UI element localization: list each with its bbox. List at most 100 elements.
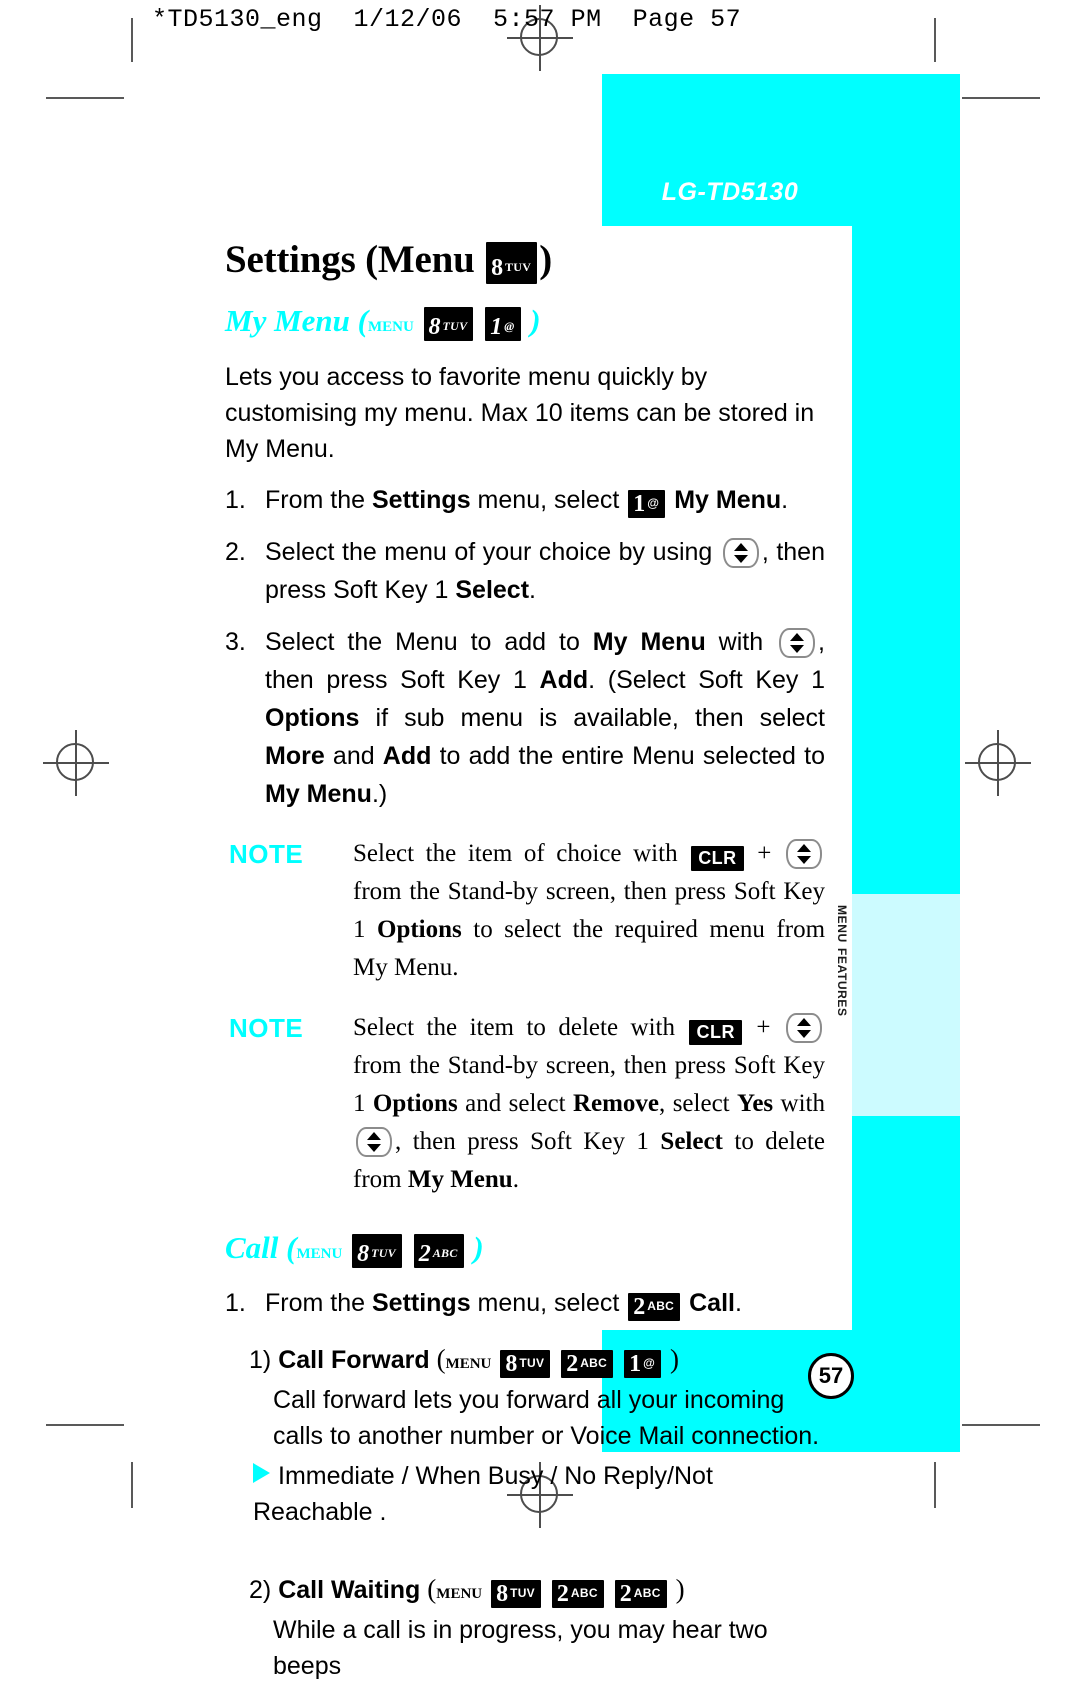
menu-word: Menu <box>445 1349 492 1373</box>
menu-word: Menu <box>436 1579 483 1603</box>
my-menu-step-2: 2. Select the menu of your choice by usin… <box>225 533 825 609</box>
step-bold-add: Add <box>539 666 589 694</box>
my-menu-step-3: 3. Select the Menu to add to My Menu with… <box>225 623 825 813</box>
registration-mark-left <box>43 730 109 796</box>
step-text: . <box>734 1289 742 1317</box>
up-down-navigation-key-icon <box>356 1127 392 1157</box>
note-text: Select the item to delete with <box>353 1014 688 1041</box>
section-heading-my-menu: My Menu (Menu 8 TUV 1 @ ) <box>225 303 541 341</box>
key-chip-1: 1 @ <box>485 307 521 341</box>
note-bold-my-menu: My Menu <box>407 1166 513 1193</box>
call-forward-description: Call forward lets you forward all your i… <box>273 1386 820 1450</box>
key-chip-2: 2 ABC <box>628 1293 681 1321</box>
right-edge-bar-lower <box>852 1116 960 1330</box>
up-down-navigation-key-icon <box>786 839 822 869</box>
key-chip-8: 8 TUV <box>491 1580 541 1608</box>
step-text: if sub menu is available, then select <box>359 704 825 732</box>
key-chip-8: 8 TUV <box>486 242 538 284</box>
item-number: 1) <box>249 1346 272 1374</box>
triangle-bullet-icon <box>253 1463 270 1483</box>
note-text: and select <box>457 1090 573 1117</box>
note-block-1: NOTE Select the item of choice with CLR +… <box>225 835 825 987</box>
note-label: NOTE <box>229 839 304 869</box>
side-tab-label: Menu Features <box>834 905 853 1017</box>
step-bold-my-menu: My Menu <box>592 628 706 656</box>
key-chip-1: 1 @ <box>624 1350 662 1378</box>
step-bold-add: Add <box>382 742 432 770</box>
crop-mark-top-left-vertical <box>131 18 133 62</box>
key-chip-2: 2 ABC <box>614 1580 667 1608</box>
note-bold-options: Options <box>372 1090 458 1117</box>
step-number: 1. <box>225 486 246 514</box>
note-bold-options: Options <box>377 916 462 943</box>
note-text: , then press Soft Key 1 <box>395 1128 661 1155</box>
note-text: , select <box>659 1090 738 1117</box>
step-text: Select the Menu to add to <box>265 628 593 656</box>
crop-mark-bottom-left-vertical <box>131 1462 133 1508</box>
step-text: to add the entire Menu selected to <box>431 742 825 770</box>
note-bold-remove: Remove <box>572 1090 660 1117</box>
page-title-text-after: ) <box>539 238 553 281</box>
note-text: + <box>743 1014 783 1041</box>
page-title-text-before: Settings (Menu <box>225 238 485 281</box>
my-menu-intro: Lets you access to favorite menu quickly… <box>225 363 815 463</box>
step-bold-call: Call <box>689 1289 735 1317</box>
up-down-navigation-key-icon <box>786 1013 822 1043</box>
note-bold-select: Select <box>660 1128 723 1155</box>
item-title: Call Waiting <box>278 1576 421 1604</box>
step-text: Select the menu of your choice by using <box>265 538 720 566</box>
step-text: menu, select <box>470 1289 627 1317</box>
crop-mark-bottom-right-vertical <box>934 1462 936 1508</box>
call-waiting-description: While a call is in progress, you may hea… <box>273 1616 768 1680</box>
note-text: with <box>773 1090 826 1117</box>
note-text: Select the item of choice with <box>353 840 690 867</box>
key-chip-clr: CLR <box>691 846 744 871</box>
key-chip-2: 2 ABC <box>561 1350 614 1378</box>
crop-mark-bottom-right-horizontal <box>962 1424 1040 1426</box>
step-bold-options: Options <box>265 704 360 732</box>
crop-mark-top-left-horizontal <box>46 97 124 99</box>
section-heading-call-name: Call <box>225 1230 279 1265</box>
step-text: with <box>705 628 777 656</box>
item-title: Call Forward <box>278 1346 430 1374</box>
key-chip-8: 8 TUV <box>352 1234 402 1268</box>
product-model-label: LG-TD5130 <box>661 178 799 206</box>
up-down-navigation-key-icon <box>722 538 759 568</box>
step-text: From the <box>265 1289 372 1317</box>
step-number: 2. <box>225 538 246 566</box>
call-forward-heading: 1) Call Forward (Menu 8 TUV 2 ABC 1 @ ) <box>249 1344 680 1378</box>
registration-mark-right <box>965 730 1031 796</box>
step-text: .) <box>371 780 388 808</box>
step-bold-my-menu: My Menu <box>674 486 782 514</box>
call-forward-bullet: Immediate / When Busy / No Reply/Not Rea… <box>253 1458 825 1530</box>
section-heading-my-menu-name: My Menu <box>225 303 350 338</box>
menu-features-side-tab <box>852 894 960 1116</box>
key-chip-8: 8 TUV <box>500 1350 551 1378</box>
key-chip-2: 2 ABC <box>551 1580 604 1608</box>
note-label: NOTE <box>229 1013 304 1043</box>
step-text: and <box>324 742 383 770</box>
step-number: 1. <box>225 1289 246 1317</box>
step-text: . <box>781 486 789 514</box>
crop-mark-top-right-vertical <box>934 18 936 62</box>
key-chip-2: 2 ABC <box>413 1234 464 1268</box>
content-column: Settings (Menu 8 TUV) My Menu (Menu 8 TUV … <box>225 236 825 1684</box>
step-number: 3. <box>225 628 246 656</box>
step-text: . (Select Soft Key 1 <box>588 666 825 694</box>
step-bold-settings: Settings <box>371 486 471 514</box>
note-bold-yes: Yes <box>737 1090 774 1117</box>
step-bold-select: Select <box>455 576 530 604</box>
step-bold-more: More <box>265 742 325 770</box>
prepress-header: *TD5130_eng 1/12/06 5:57 PM Page 57 <box>152 5 742 34</box>
call-forward-bullet-text: Immediate / When Busy / No Reply/Not Rea… <box>253 1462 713 1526</box>
key-chip-1: 1 @ <box>628 490 666 518</box>
my-menu-step-1: 1. From the Settings menu, select 1 @ My M… <box>225 481 825 519</box>
call-step-1: 1. From the Settings menu, select 2 ABC Ca… <box>225 1284 825 1322</box>
item-number: 2) <box>249 1576 272 1604</box>
key-chip-clr: CLR <box>689 1020 742 1045</box>
crop-mark-bottom-left-horizontal <box>46 1424 124 1426</box>
note-block-2: NOTE Select the item to delete with CLR +… <box>225 1009 825 1199</box>
step-text: . <box>529 576 536 604</box>
step-text: menu, select <box>470 486 627 514</box>
note-text: + <box>745 840 783 867</box>
